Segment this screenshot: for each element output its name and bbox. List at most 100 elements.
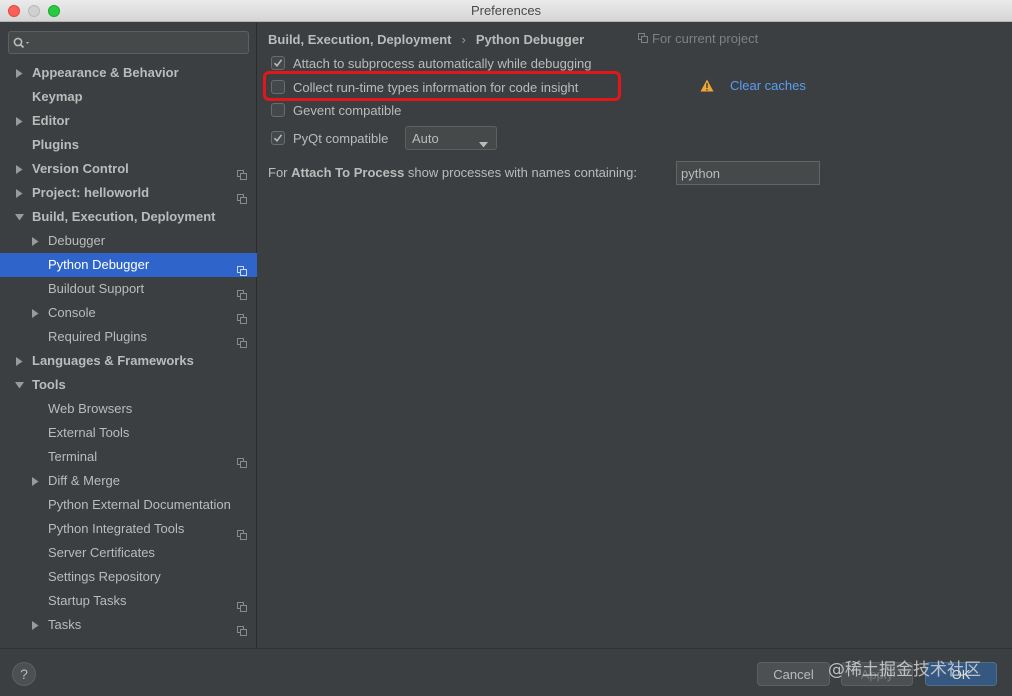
expand-arrow-icon[interactable] xyxy=(30,229,40,253)
sidebar-item-label: Project: helloworld xyxy=(32,185,150,200)
attach-to-process-bold: Attach To Process xyxy=(291,165,405,180)
sidebar-item-tools[interactable]: Tools xyxy=(0,373,257,397)
sidebar-item-startup-tasks[interactable]: Startup Tasks xyxy=(0,589,257,613)
project-scope-icon xyxy=(237,260,247,276)
search-icon[interactable] xyxy=(13,37,33,49)
attach-subprocess-label: Attach to subprocess automatically while… xyxy=(293,55,592,71)
python-debugger-panel: Build, Execution, Deployment › Python De… xyxy=(258,23,1012,648)
watermark: @稀土掘金技术社区 xyxy=(828,660,981,680)
sidebar-item-appearance-behavior[interactable]: Appearance & Behavior xyxy=(0,61,257,85)
pyqt-mode-value: Auto xyxy=(412,130,439,146)
sidebar-item-label: Settings Repository xyxy=(48,569,161,584)
expand-arrow-icon[interactable] xyxy=(14,157,24,181)
sidebar-item-terminal[interactable]: Terminal xyxy=(0,445,257,469)
sidebar-item-python-debugger[interactable]: Python Debugger xyxy=(0,253,257,277)
attach-subprocess-option[interactable]: Attach to subprocess automatically while… xyxy=(271,54,591,72)
sidebar-item-label: Python Debugger xyxy=(48,257,150,272)
sidebar-item-label: Python External Documentation xyxy=(48,497,231,512)
breadcrumb-separator: › xyxy=(461,31,466,47)
sidebar-item-label: External Tools xyxy=(48,425,130,440)
pyqt-mode-select[interactable]: Auto xyxy=(405,126,497,150)
expand-arrow-icon[interactable] xyxy=(30,613,40,637)
breadcrumb-parent[interactable]: Build, Execution, Deployment xyxy=(268,32,451,47)
sidebar-item-label: Buildout Support xyxy=(48,281,145,296)
gevent-checkbox[interactable] xyxy=(271,103,285,117)
zoom-window-button[interactable] xyxy=(48,5,60,17)
sidebar-item-debugger[interactable]: Debugger xyxy=(0,229,257,253)
sidebar-item-console[interactable]: Console xyxy=(0,301,257,325)
dropdown-arrow-icon xyxy=(479,136,488,151)
sidebar-item-label: Tasks xyxy=(48,617,82,632)
sidebar-item-python-integrated-tools[interactable]: Python Integrated Tools xyxy=(0,517,257,541)
project-scope-icon xyxy=(237,620,247,636)
scope-text: For current project xyxy=(652,31,759,46)
sidebar-item-project-helloworld[interactable]: Project: helloworld xyxy=(0,181,257,205)
project-scope-icon xyxy=(237,164,247,180)
sidebar-item-settings-repository[interactable]: Settings Repository xyxy=(0,565,257,589)
attach-to-process-prefix: For xyxy=(268,165,292,180)
scope-label: For current project xyxy=(638,31,758,46)
help-button[interactable]: ? xyxy=(12,662,36,686)
sidebar-item-label: Diff & Merge xyxy=(48,473,121,488)
sidebar-item-editor[interactable]: Editor xyxy=(0,109,257,133)
expand-arrow-icon[interactable] xyxy=(30,301,40,325)
minimize-window-button[interactable] xyxy=(28,5,40,17)
sidebar-item-label: Terminal xyxy=(48,449,98,464)
project-scope-icon xyxy=(638,31,652,46)
project-scope-icon xyxy=(237,596,247,612)
sidebar-item-version-control[interactable]: Version Control xyxy=(0,157,257,181)
breadcrumb: Build, Execution, Deployment › Python De… xyxy=(268,31,584,47)
expand-arrow-icon[interactable] xyxy=(14,109,24,133)
sidebar-item-plugins[interactable]: Plugins xyxy=(0,133,257,157)
sidebar-item-label: Web Browsers xyxy=(48,401,133,416)
expand-arrow-icon[interactable] xyxy=(14,349,24,373)
attach-subprocess-checkbox[interactable] xyxy=(271,56,285,70)
sidebar-item-label: Server Certificates xyxy=(48,545,155,560)
sidebar-item-label: Keymap xyxy=(32,89,83,104)
sidebar-item-label: Appearance & Behavior xyxy=(32,65,179,80)
sidebar-item-diff-merge[interactable]: Diff & Merge xyxy=(0,469,257,493)
breadcrumb-current: Python Debugger xyxy=(475,31,585,47)
sidebar-item-label: Plugins xyxy=(32,137,79,152)
gevent-label: Gevent compatible xyxy=(293,102,402,118)
sidebar-item-label: Tools xyxy=(32,377,66,392)
attach-to-process-suffix: show processes with names containing: xyxy=(404,165,637,180)
sidebar-item-external-tools[interactable]: External Tools xyxy=(0,421,257,445)
collapse-arrow-icon[interactable] xyxy=(14,373,24,397)
expand-arrow-icon[interactable] xyxy=(30,469,40,493)
sidebar-item-web-browsers[interactable]: Web Browsers xyxy=(0,397,257,421)
sidebar-item-server-certificates[interactable]: Server Certificates xyxy=(0,541,257,565)
attach-to-process-label: For Attach To Process show processes wit… xyxy=(268,165,637,180)
sidebar-item-label: Python Integrated Tools xyxy=(48,521,185,536)
collapse-arrow-icon[interactable] xyxy=(14,205,24,229)
collect-types-option[interactable]: Collect run-time types information for c… xyxy=(271,78,578,96)
expand-arrow-icon[interactable] xyxy=(14,181,24,205)
sidebar-item-label: Build, Execution, Deployment xyxy=(32,209,216,224)
sidebar-item-label: Required Plugins xyxy=(48,329,148,344)
collect-types-checkbox[interactable] xyxy=(271,80,285,94)
process-name-filter-input[interactable]: python xyxy=(676,161,820,185)
clear-caches-link[interactable]: Clear caches xyxy=(730,78,806,93)
pyqt-checkbox[interactable] xyxy=(271,131,285,145)
gevent-option[interactable]: Gevent compatible xyxy=(271,101,401,119)
sidebar-item-keymap[interactable]: Keymap xyxy=(0,85,257,109)
settings-search-field[interactable] xyxy=(8,31,249,54)
cancel-button[interactable]: Cancel xyxy=(757,662,830,686)
sidebar-item-label: Console xyxy=(48,305,96,320)
sidebar-item-build-execution-deployment[interactable]: Build, Execution, Deployment xyxy=(0,205,257,229)
sidebar-item-python-external-documentation[interactable]: Python External Documentation xyxy=(0,493,257,517)
sidebar-item-buildout-support[interactable]: Buildout Support xyxy=(0,277,257,301)
settings-sidebar: Appearance & Behavior Keymap Editor Plugins… xyxy=(0,23,257,648)
sidebar-item-tasks[interactable]: Tasks xyxy=(0,613,257,637)
sidebar-item-label: Editor xyxy=(32,113,70,128)
close-window-button[interactable] xyxy=(8,5,20,17)
expand-arrow-icon[interactable] xyxy=(14,61,24,85)
window-title: Preferences xyxy=(470,3,542,18)
sidebar-item-languages-frameworks[interactable]: Languages & Frameworks xyxy=(0,349,257,373)
project-scope-icon xyxy=(237,308,247,324)
project-scope-icon xyxy=(237,284,247,300)
pyqt-option[interactable]: PyQt compatible xyxy=(271,129,388,147)
sidebar-item-required-plugins[interactable]: Required Plugins xyxy=(0,325,257,349)
project-scope-icon xyxy=(237,332,247,348)
project-scope-icon xyxy=(237,188,247,204)
